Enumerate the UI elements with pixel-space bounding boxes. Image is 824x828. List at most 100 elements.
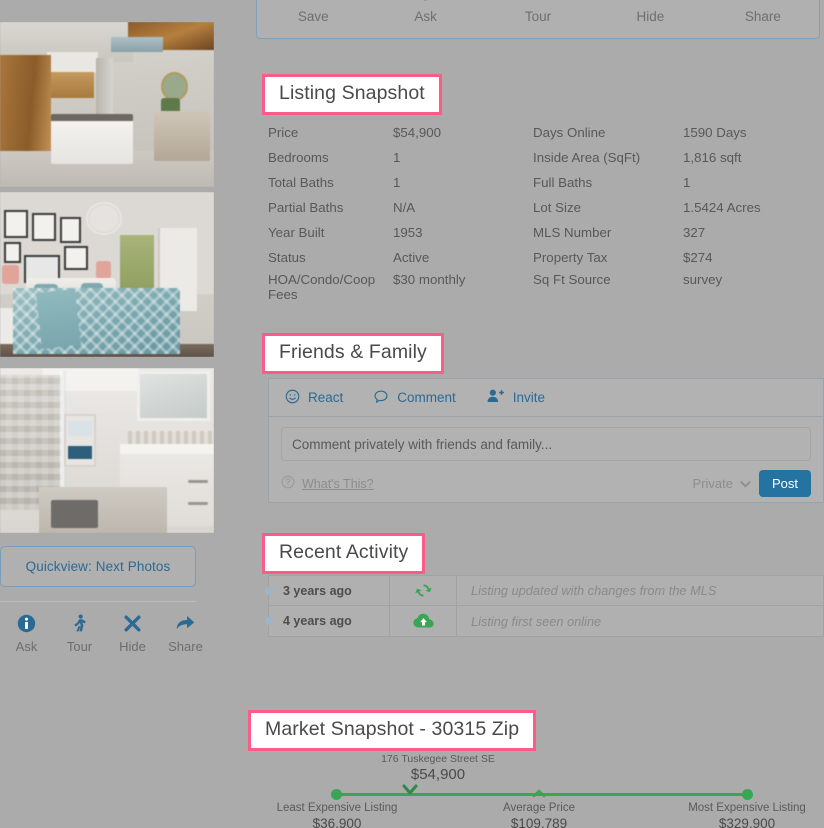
average-price-title: Average Price — [502, 802, 576, 814]
least-expensive-title: Least Expensive Listing — [276, 802, 398, 814]
chevron-down-icon — [402, 783, 418, 801]
section-title-text: Market Snapshot - 30315 Zip — [265, 718, 520, 740]
info-circle-icon — [17, 612, 36, 634]
snapshot-value: 1.5424 Acres — [683, 200, 761, 215]
least-expensive-value: $36,900 — [312, 816, 362, 828]
bookmark-star-icon — [305, 0, 322, 2]
listing-photo-kitchen[interactable] — [0, 22, 214, 187]
share-arrow-icon — [753, 0, 772, 2]
quickview-container: Quickview: Next Photos — [0, 546, 196, 587]
sidebar-action-label: Tour — [66, 639, 93, 654]
snapshot-key: Year Built — [268, 225, 325, 240]
listing-content-column: Save Ask Tour Hide Share Listing Snapsho… — [248, 0, 824, 828]
snapshot-value: 1 — [683, 175, 691, 190]
friends-family-action-bar: React Comment Invite — [269, 379, 823, 417]
snapshot-value: Active — [393, 250, 430, 265]
privacy-value: Private — [692, 476, 733, 491]
friends-family-footer: What's This? Private Post — [269, 461, 823, 497]
snapshot-key: MLS Number — [533, 225, 612, 240]
friends-family-heading: Friends & Family — [262, 333, 444, 374]
comment-input[interactable]: Comment privately with friends and famil… — [281, 427, 811, 461]
least-expensive-label: Least Expensive Listing $36,900 — [242, 801, 432, 828]
sidebar-action-bar: Ask Tour Hide Share — [0, 612, 214, 654]
sidebar-action-label: Hide — [119, 639, 146, 654]
quickview-next-photos-button[interactable]: Quickview: Next Photos — [0, 546, 196, 587]
toolbar-action-share[interactable]: Share — [707, 0, 819, 24]
toolbar-action-tour[interactable]: Tour — [482, 0, 594, 24]
snapshot-key: Price — [268, 125, 299, 140]
question-circle-icon — [281, 475, 295, 492]
recent-activity-table: 3 years ago Listing updated with changes… — [265, 575, 824, 637]
snapshot-value: $54,900 — [393, 125, 442, 140]
listing-photo-bathroom[interactable] — [0, 368, 214, 533]
add-person-icon — [486, 388, 505, 407]
comment-button[interactable]: Comment — [373, 389, 456, 407]
most-expensive-label: Most Expensive Listing $329,900 — [652, 801, 824, 828]
bedroom-image — [0, 192, 214, 357]
toolbar-action-label: Save — [297, 9, 329, 24]
sidebar-divider — [0, 601, 196, 602]
refresh-sync-icon — [389, 576, 457, 605]
invite-button[interactable]: Invite — [486, 388, 545, 407]
toolbar-action-label: Hide — [636, 9, 665, 24]
listing-detail-page: Quickview: Next Photos Ask Tour Hide Sha… — [0, 0, 824, 828]
post-label: Post — [771, 476, 798, 491]
listing-snapshot-heading: Listing Snapshot — [262, 74, 442, 115]
timeline-dot — [265, 586, 273, 595]
privacy-select[interactable]: Private — [693, 476, 751, 491]
share-arrow-icon — [175, 612, 196, 634]
invite-label: Invite — [512, 390, 546, 405]
react-button[interactable]: React — [285, 389, 343, 407]
snapshot-key: Status — [268, 250, 306, 265]
least-expensive-dot — [331, 789, 342, 800]
market-price-range-chart: 176 Tuskegee Street SE $54,900 Least Exp… — [248, 753, 824, 828]
snapshot-value: survey — [683, 272, 723, 287]
sidebar-action-hide[interactable]: Hide — [106, 612, 159, 654]
table-row: 4 years ago Listing first seen online — [265, 606, 823, 636]
comment-placeholder-text: Comment privately with friends and famil… — [292, 436, 553, 452]
toolbar-action-hide[interactable]: Hide — [594, 0, 706, 24]
snapshot-key: Partial Baths — [268, 200, 344, 215]
section-title-text: Listing Snapshot — [279, 82, 425, 104]
most-expensive-title: Most Expensive Listing — [688, 802, 806, 814]
bathroom-image — [0, 368, 214, 533]
chevron-down-icon — [740, 476, 751, 491]
table-row: 3 years ago Listing updated with changes… — [265, 576, 823, 606]
close-x-icon — [642, 0, 659, 2]
this-listing-marker: 176 Tuskegee Street SE $54,900 — [348, 753, 528, 783]
average-price-value: $109,789 — [510, 816, 568, 828]
sidebar-action-label: Share — [168, 639, 203, 654]
kitchen-image — [0, 22, 214, 187]
toolbar-action-label: Share — [744, 9, 781, 24]
post-button[interactable]: Post — [758, 470, 811, 497]
walking-person-icon — [70, 612, 89, 634]
photo-sidebar: Quickview: Next Photos Ask Tour Hide Sha… — [0, 0, 214, 828]
speech-bubble-icon — [373, 389, 389, 407]
whats-this-label: What's This? — [302, 476, 374, 491]
smiley-face-icon — [285, 389, 300, 407]
snapshot-value: 327 — [683, 225, 706, 240]
sidebar-action-ask[interactable]: Ask — [0, 612, 53, 654]
comment-label: Comment — [397, 390, 456, 405]
listing-photo-bedroom[interactable] — [0, 192, 214, 357]
this-listing-address: 176 Tuskegee Street SE — [381, 753, 495, 765]
activity-description: Listing updated with changes from the ML… — [471, 583, 717, 598]
snapshot-key: Full Baths — [533, 175, 593, 190]
sidebar-action-label: Ask — [15, 639, 38, 654]
snapshot-key: Days Online — [533, 125, 606, 140]
snapshot-key: Total Baths — [268, 175, 334, 190]
snapshot-value: $30 monthly — [393, 272, 466, 287]
snapshot-key: Inside Area (SqFt) — [533, 150, 641, 165]
most-expensive-dot — [742, 789, 753, 800]
snapshot-key: HOA/Condo/Coop Fees — [268, 272, 376, 302]
snapshot-key: Property Tax — [533, 250, 608, 265]
sidebar-action-tour[interactable]: Tour — [53, 612, 106, 654]
toolbar-action-ask[interactable]: Ask — [369, 0, 481, 24]
sidebar-action-share[interactable]: Share — [159, 612, 212, 654]
whats-this-link[interactable]: What's This? — [281, 475, 374, 492]
recent-activity-heading: Recent Activity — [262, 533, 426, 574]
snapshot-value: $274 — [683, 250, 713, 265]
toolbar-action-label: Tour — [524, 9, 552, 24]
toolbar-action-save[interactable]: Save — [257, 0, 369, 24]
snapshot-value: N/A — [393, 200, 416, 215]
